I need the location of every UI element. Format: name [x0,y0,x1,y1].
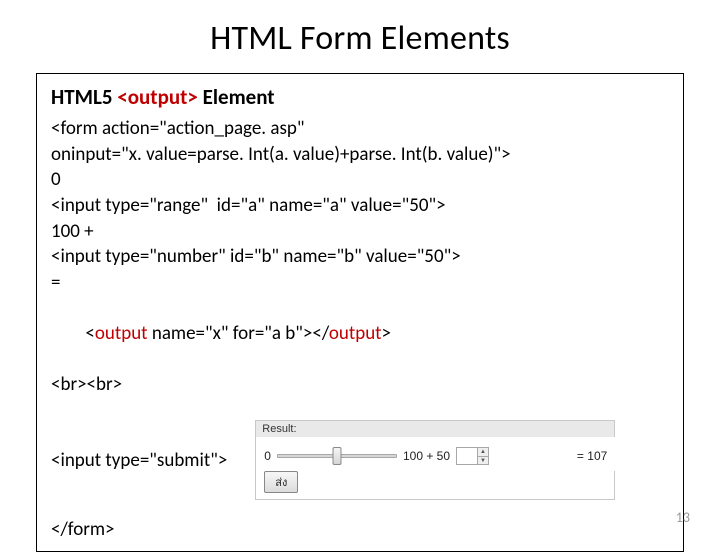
number-input[interactable]: ▲ ▼ [456,447,489,465]
code-l8b-output: output [95,322,148,345]
demo-body: 0 100 + 50 ▲ ▼ = 107 [255,437,615,471]
section-heading: HTML5 <output> Element [51,84,669,110]
code-line-2: oninput="x. value=parse. Int(a. value)+p… [51,142,669,168]
code-line-3: 0 [51,167,669,193]
section-tag: <output> [117,84,198,110]
section-prefix: HTML5 [51,84,117,110]
demo-widget: Result: 0 100 + 50 ▲ ▼ = 107 [255,420,615,500]
number-spinner[interactable]: ▲ ▼ [477,448,488,464]
demo-submit-row: ส่ง [255,471,615,500]
slider-thumb-icon[interactable] [332,447,341,465]
code-line-4: <input type="range" id="a" name="a" valu… [51,193,669,219]
demo-header: Result: [255,420,615,437]
code-line-1: <form action="action_page. asp" [51,116,669,142]
spin-down-icon[interactable]: ▼ [478,456,488,464]
code-line-8: <output name="x" for="a b"></output> [51,295,669,372]
code-line-5: 100 + [51,219,669,245]
content-box: HTML5 <output> Element <form action="act… [36,73,684,552]
code-l8a: < [85,322,94,345]
code-l8d-output: output [329,322,382,345]
submit-button[interactable]: ส่ง [264,471,298,493]
page-number: 13 [676,509,690,526]
section-suffix: Element [198,84,275,110]
spin-up-icon[interactable]: ▲ [478,448,488,456]
demo-result: = 107 [577,449,607,463]
code-line-6: <input type="number" id="b" name="b" val… [51,244,669,270]
code-block: <form action="action_page. asp" oninput=… [51,116,669,398]
submit-row: <input type="submit"> Result: 0 100 + 50… [51,420,669,500]
code-line-7: = [51,270,669,296]
slide-title: HTML Form Elements [36,18,684,59]
code-l8e: > [382,322,391,345]
submit-code-line: <input type="submit"> [51,449,227,472]
range-slider[interactable] [277,454,397,458]
demo-mid-text: 100 + 50 [403,449,450,463]
code-l8c: name="x" for="a b"></ [148,322,329,345]
demo-left-value: 0 [264,449,271,463]
code-close-form: </form> [51,518,669,541]
code-line-9: <br><br> [51,372,669,398]
